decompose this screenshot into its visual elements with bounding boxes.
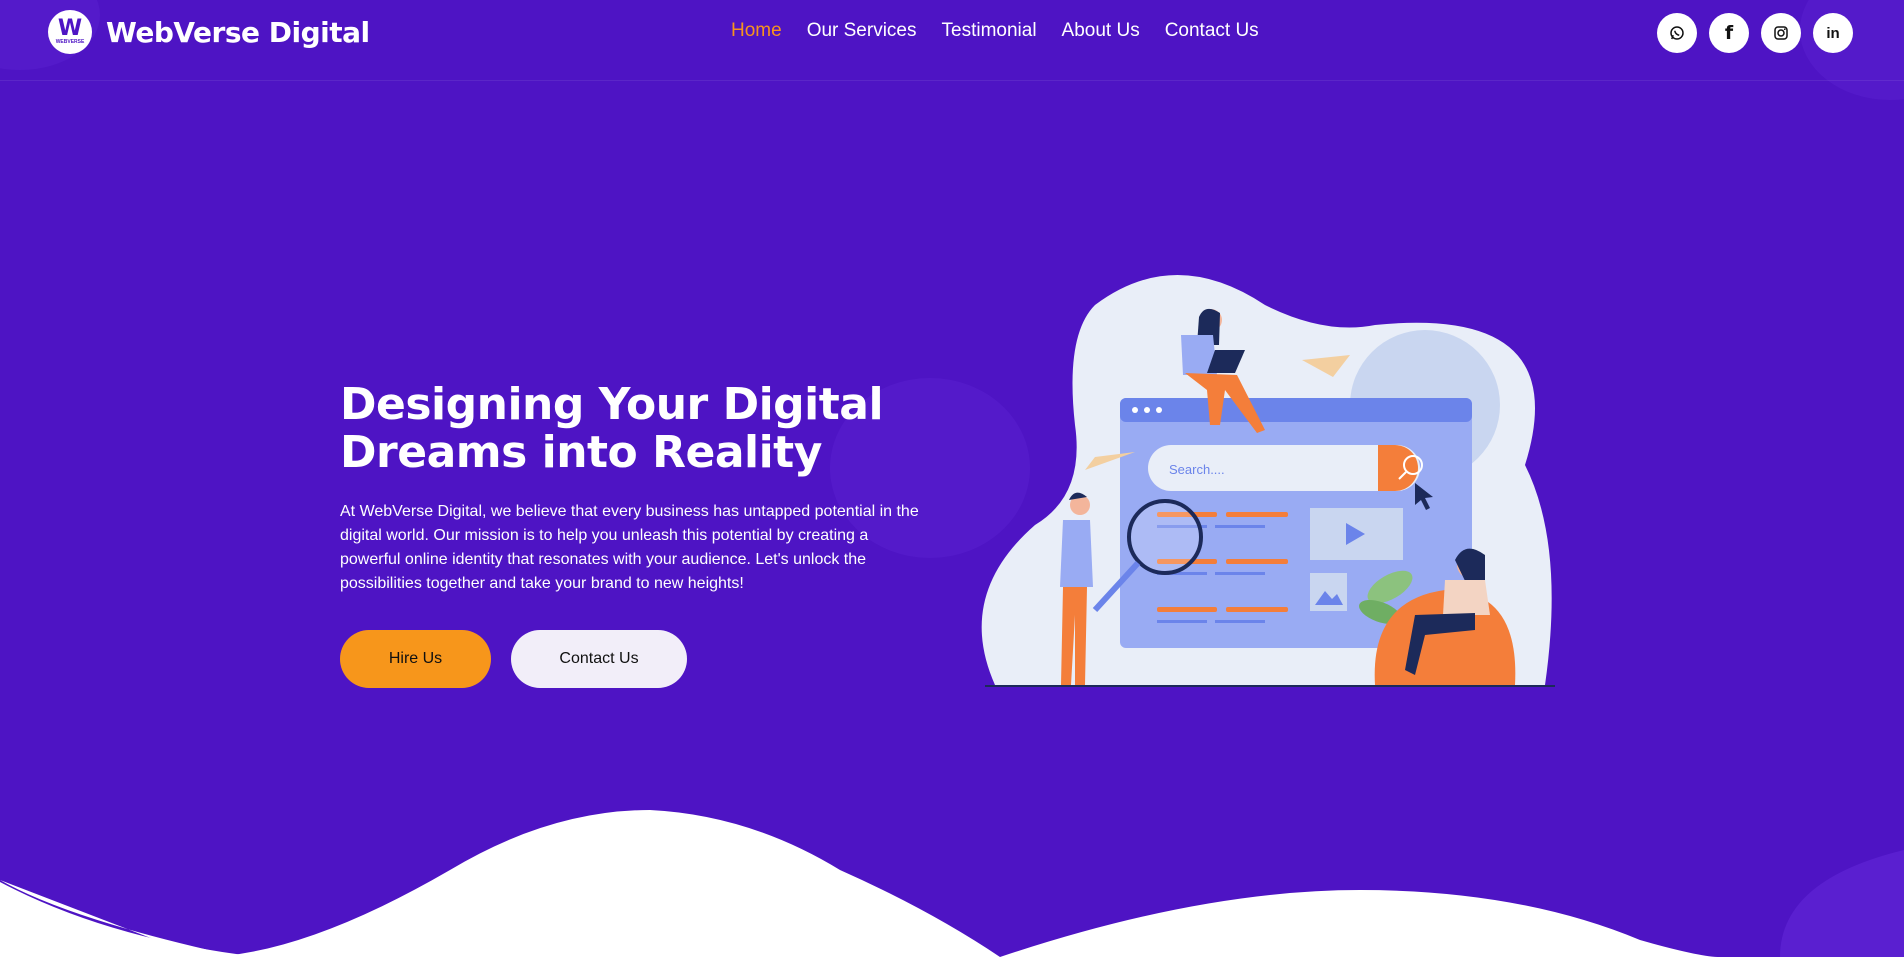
search-placeholder: Search.... — [1169, 462, 1225, 477]
brand-name: WebVerse Digital — [106, 15, 370, 49]
linkedin-icon[interactable]: in — [1813, 13, 1853, 53]
bottom-wave — [0, 810, 1904, 957]
nav-item-contact-us[interactable]: Contact Us — [1165, 20, 1259, 42]
hero-illustration: Search.... — [981, 275, 1555, 687]
logo-icon: W WEBVERSE — [48, 10, 92, 54]
hero-description: At WebVerse Digital, we believe that eve… — [340, 503, 919, 592]
browser-bar — [1120, 398, 1472, 422]
whatsapp-icon[interactable] — [1657, 13, 1697, 53]
facebook-icon[interactable]: f — [1709, 13, 1749, 53]
hire-us-button[interactable]: Hire Us — [340, 630, 491, 688]
contact-us-button[interactable]: Contact Us — [511, 630, 687, 688]
magnifying-glass — [1127, 499, 1203, 575]
instagram-icon[interactable] — [1761, 13, 1801, 53]
site-header: W WEBVERSE WebVerse Digital Home Our Ser… — [0, 0, 1904, 81]
nav-item-home[interactable]: Home — [731, 20, 782, 42]
social-links: f in — [1657, 13, 1853, 53]
facebook-glyph: f — [1724, 22, 1734, 44]
logo-mark: W — [57, 16, 83, 41]
nav-item-testimonial[interactable]: Testimonial — [942, 20, 1037, 42]
image-placeholder — [1310, 573, 1347, 611]
nav-item-about-us[interactable]: About Us — [1062, 20, 1140, 42]
ground-line — [985, 685, 1555, 687]
logo-sub: WEBVERSE — [55, 39, 85, 45]
hero-title: Designing Your Digital Dreams into Reali… — [340, 379, 884, 478]
nav-item-our-services[interactable]: Our Services — [807, 20, 917, 42]
logo[interactable]: W WEBVERSE WebVerse Digital — [48, 10, 370, 54]
main-nav: Home Our Services Testimonial About Us C… — [731, 20, 1284, 42]
linkedin-glyph: in — [1826, 24, 1840, 42]
